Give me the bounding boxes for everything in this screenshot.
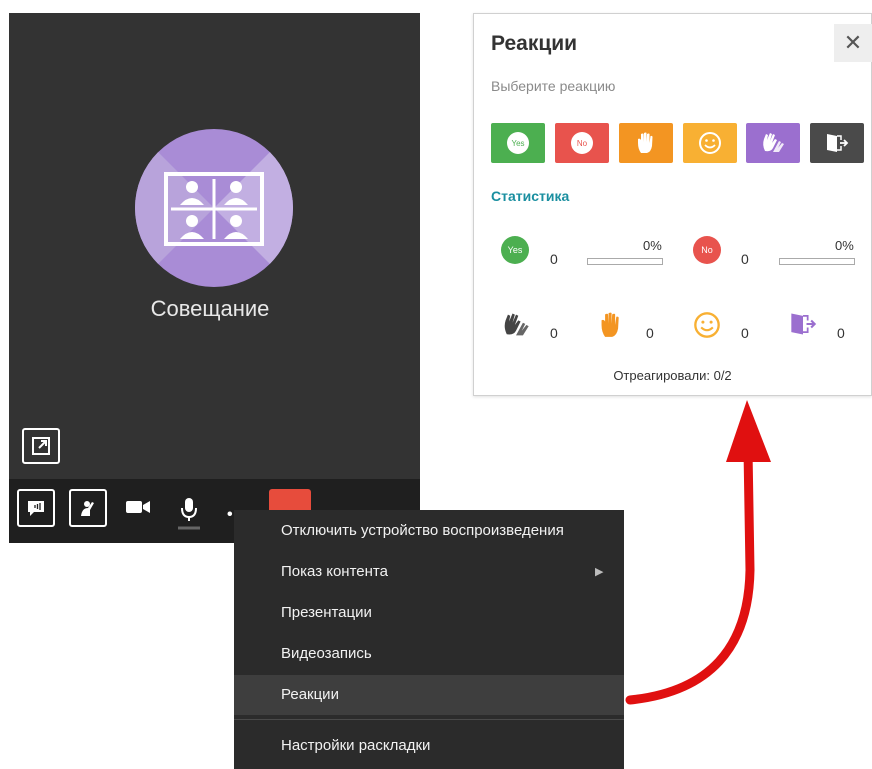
stat-yes-icon: Yes [501, 236, 529, 264]
expand-button[interactable] [22, 428, 60, 464]
stat-hand-icon [598, 310, 624, 345]
menu-item-label: Видеозапись [281, 645, 372, 662]
menu-item-layout-settings[interactable]: Настройки раскладки [234, 726, 624, 766]
reaction-yes-button[interactable]: Yes [491, 123, 545, 163]
reaction-hand-button[interactable] [619, 123, 673, 163]
stat-hand-count: 0 [646, 325, 654, 341]
panel-subtitle: Выберите реакцию [491, 78, 616, 94]
menu-item-label: Показ контента [281, 563, 388, 580]
responded-counter: Отреагировали: 0/2 [613, 368, 732, 383]
menu-item-label: Настройки раскладки [281, 737, 431, 754]
speaker-button[interactable] [17, 489, 55, 527]
menu-item-recording[interactable]: Видеозапись [234, 634, 624, 674]
stat-smile-count: 0 [741, 325, 749, 341]
microphone-icon[interactable] [172, 497, 206, 536]
stat-no-progress-bar [779, 258, 855, 265]
menu-item-content-sharing[interactable]: Показ контента ▶ [234, 552, 624, 592]
annotation-arrow [625, 400, 771, 705]
stat-yes-progress-bar [587, 258, 663, 265]
camera-icon[interactable] [125, 498, 151, 521]
stat-smile-icon [693, 311, 721, 344]
menu-item-disable-playback[interactable]: Отключить устройство воспроизведения [234, 511, 624, 551]
stat-yes-count: 0 [550, 251, 558, 267]
panel-title: Реакции [491, 32, 578, 55]
stat-clap-icon [501, 311, 531, 344]
stat-yes-percent: 0% [643, 238, 662, 253]
exit-door-icon [827, 134, 849, 152]
stat-no-icon: No [693, 236, 721, 264]
reaction-clap-button[interactable] [746, 123, 800, 163]
expand-icon [32, 437, 50, 455]
stat-clap-count: 0 [550, 325, 558, 341]
person-raise-hand-icon [81, 501, 94, 516]
smile-icon [699, 132, 721, 154]
clapping-hands-icon [763, 133, 784, 152]
stat-no-count: 0 [741, 251, 749, 267]
menu-item-label: Отключить устройство воспроизведения [281, 522, 564, 539]
menu-divider [234, 719, 624, 720]
no-icon: No [571, 132, 593, 154]
conference-avatar [135, 129, 293, 287]
close-icon: ✕ [843, 30, 863, 55]
menu-item-reactions[interactable]: Реакции [234, 675, 624, 715]
stat-exit-icon [789, 311, 817, 342]
raised-hand-icon [638, 132, 653, 153]
menu-item-label: Презентации [281, 604, 372, 621]
reaction-exit-button[interactable] [810, 123, 864, 163]
yes-icon: Yes [507, 132, 529, 154]
close-button[interactable]: ✕ [834, 24, 872, 62]
stat-exit-count: 0 [837, 325, 845, 341]
statistics-title: Статистика [491, 188, 570, 204]
meeting-title: Совещание [150, 296, 270, 321]
reaction-smile-button[interactable] [683, 123, 737, 163]
raise-hand-button[interactable] [69, 489, 107, 527]
stat-no-percent: 0% [835, 238, 854, 253]
speech-bubble-icon [28, 501, 44, 516]
reaction-no-button[interactable]: No [555, 123, 609, 163]
menu-item-presentations[interactable]: Презентации [234, 593, 624, 633]
submenu-arrow-icon: ▶ [595, 566, 604, 578]
menu-item-label: Реакции [281, 686, 339, 703]
